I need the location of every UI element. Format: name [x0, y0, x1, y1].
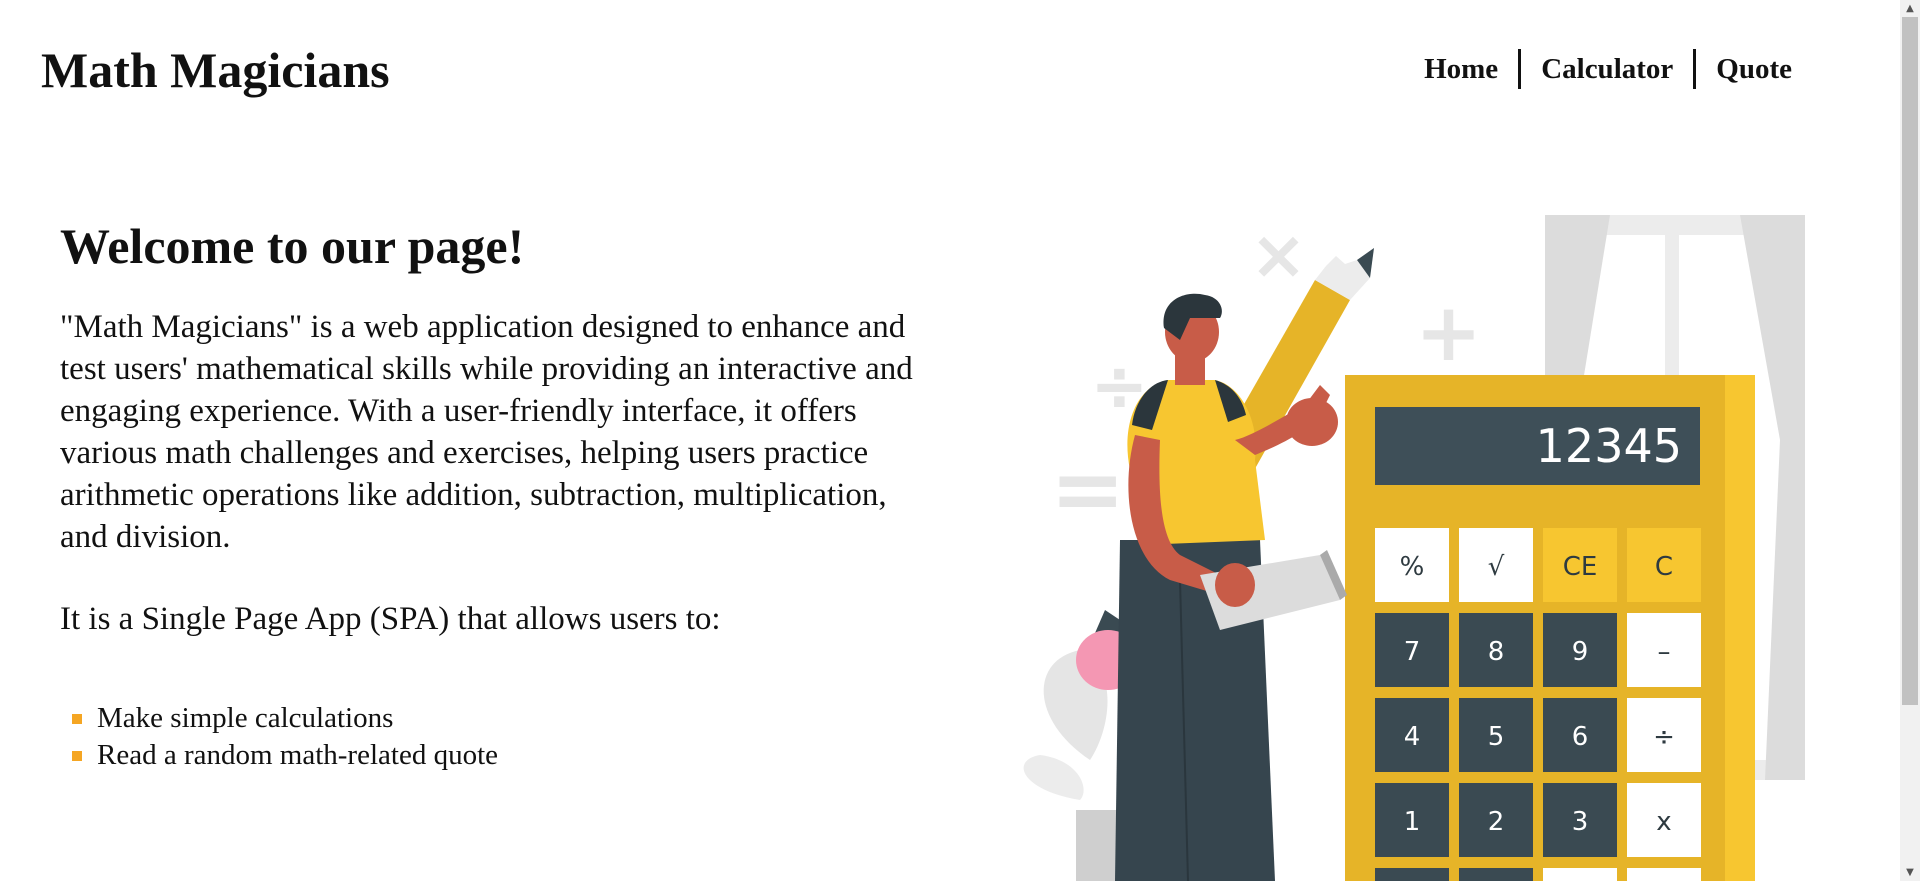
minus-key: – [1658, 637, 1671, 667]
hero-illustration: × + ÷ = 12345 % √ CE C 7 8 9 – 4 5 6 ÷ 1… [1020, 200, 1840, 886]
page-scrollbar[interactable]: ▲ ▼ [1900, 0, 1920, 881]
list-item: Read a random math-related quote [60, 737, 920, 774]
plant-pot [1076, 810, 1120, 881]
app-description: "Math Magicians" is a web application de… [60, 309, 913, 555]
times-key: x [1656, 807, 1671, 837]
percent-key: % [1400, 552, 1425, 582]
nav-calculator-link[interactable]: Calculator [1521, 48, 1693, 90]
spa-intro: It is a Single Page App (SPA) that allow… [60, 601, 721, 637]
equals-symbol-icon: = [1050, 437, 1125, 542]
three-key: 3 [1572, 807, 1589, 837]
nine-key: 9 [1572, 637, 1589, 667]
ce-key: CE [1563, 552, 1598, 582]
welcome-section: Welcome to our page! "Math Magicians" is… [60, 216, 920, 774]
sqrt-key: √ [1488, 552, 1505, 582]
feature-list: Make simple calculations Read a random m… [60, 700, 920, 774]
main-nav: Home Calculator Quote [1404, 48, 1792, 90]
nav-home-link[interactable]: Home [1404, 48, 1518, 90]
list-item: Make simple calculations [60, 700, 920, 737]
five-key: 5 [1488, 722, 1505, 752]
scroll-down-arrow-icon[interactable]: ▼ [1900, 864, 1920, 881]
page-title: Welcome to our page! [60, 218, 525, 274]
calculator-person-illustration: × + ÷ = 12345 % √ CE C 7 8 9 – 4 5 6 ÷ 1… [1023, 215, 1805, 886]
eight-key: 8 [1488, 637, 1505, 667]
person-figure [1115, 293, 1347, 882]
nav-quote-link[interactable]: Quote [1696, 48, 1792, 90]
six-key: 6 [1572, 722, 1589, 752]
site-logo: Math Magicians [41, 42, 390, 98]
display-value: 12345 [1536, 419, 1682, 473]
four-key: 4 [1404, 722, 1421, 752]
one-key: 1 [1404, 807, 1421, 837]
site-header: Math Magicians Home Calculator Quote [0, 0, 1900, 140]
seven-key: 7 [1404, 637, 1421, 667]
times-symbol-icon: × [1250, 216, 1307, 295]
plus-symbol-icon: + [1415, 286, 1482, 379]
scroll-up-arrow-icon[interactable]: ▲ [1900, 0, 1920, 17]
divide-key: ÷ [1653, 722, 1675, 752]
c-key: C [1655, 552, 1673, 582]
scrollbar-thumb[interactable] [1902, 17, 1918, 705]
two-key: 2 [1488, 807, 1505, 837]
